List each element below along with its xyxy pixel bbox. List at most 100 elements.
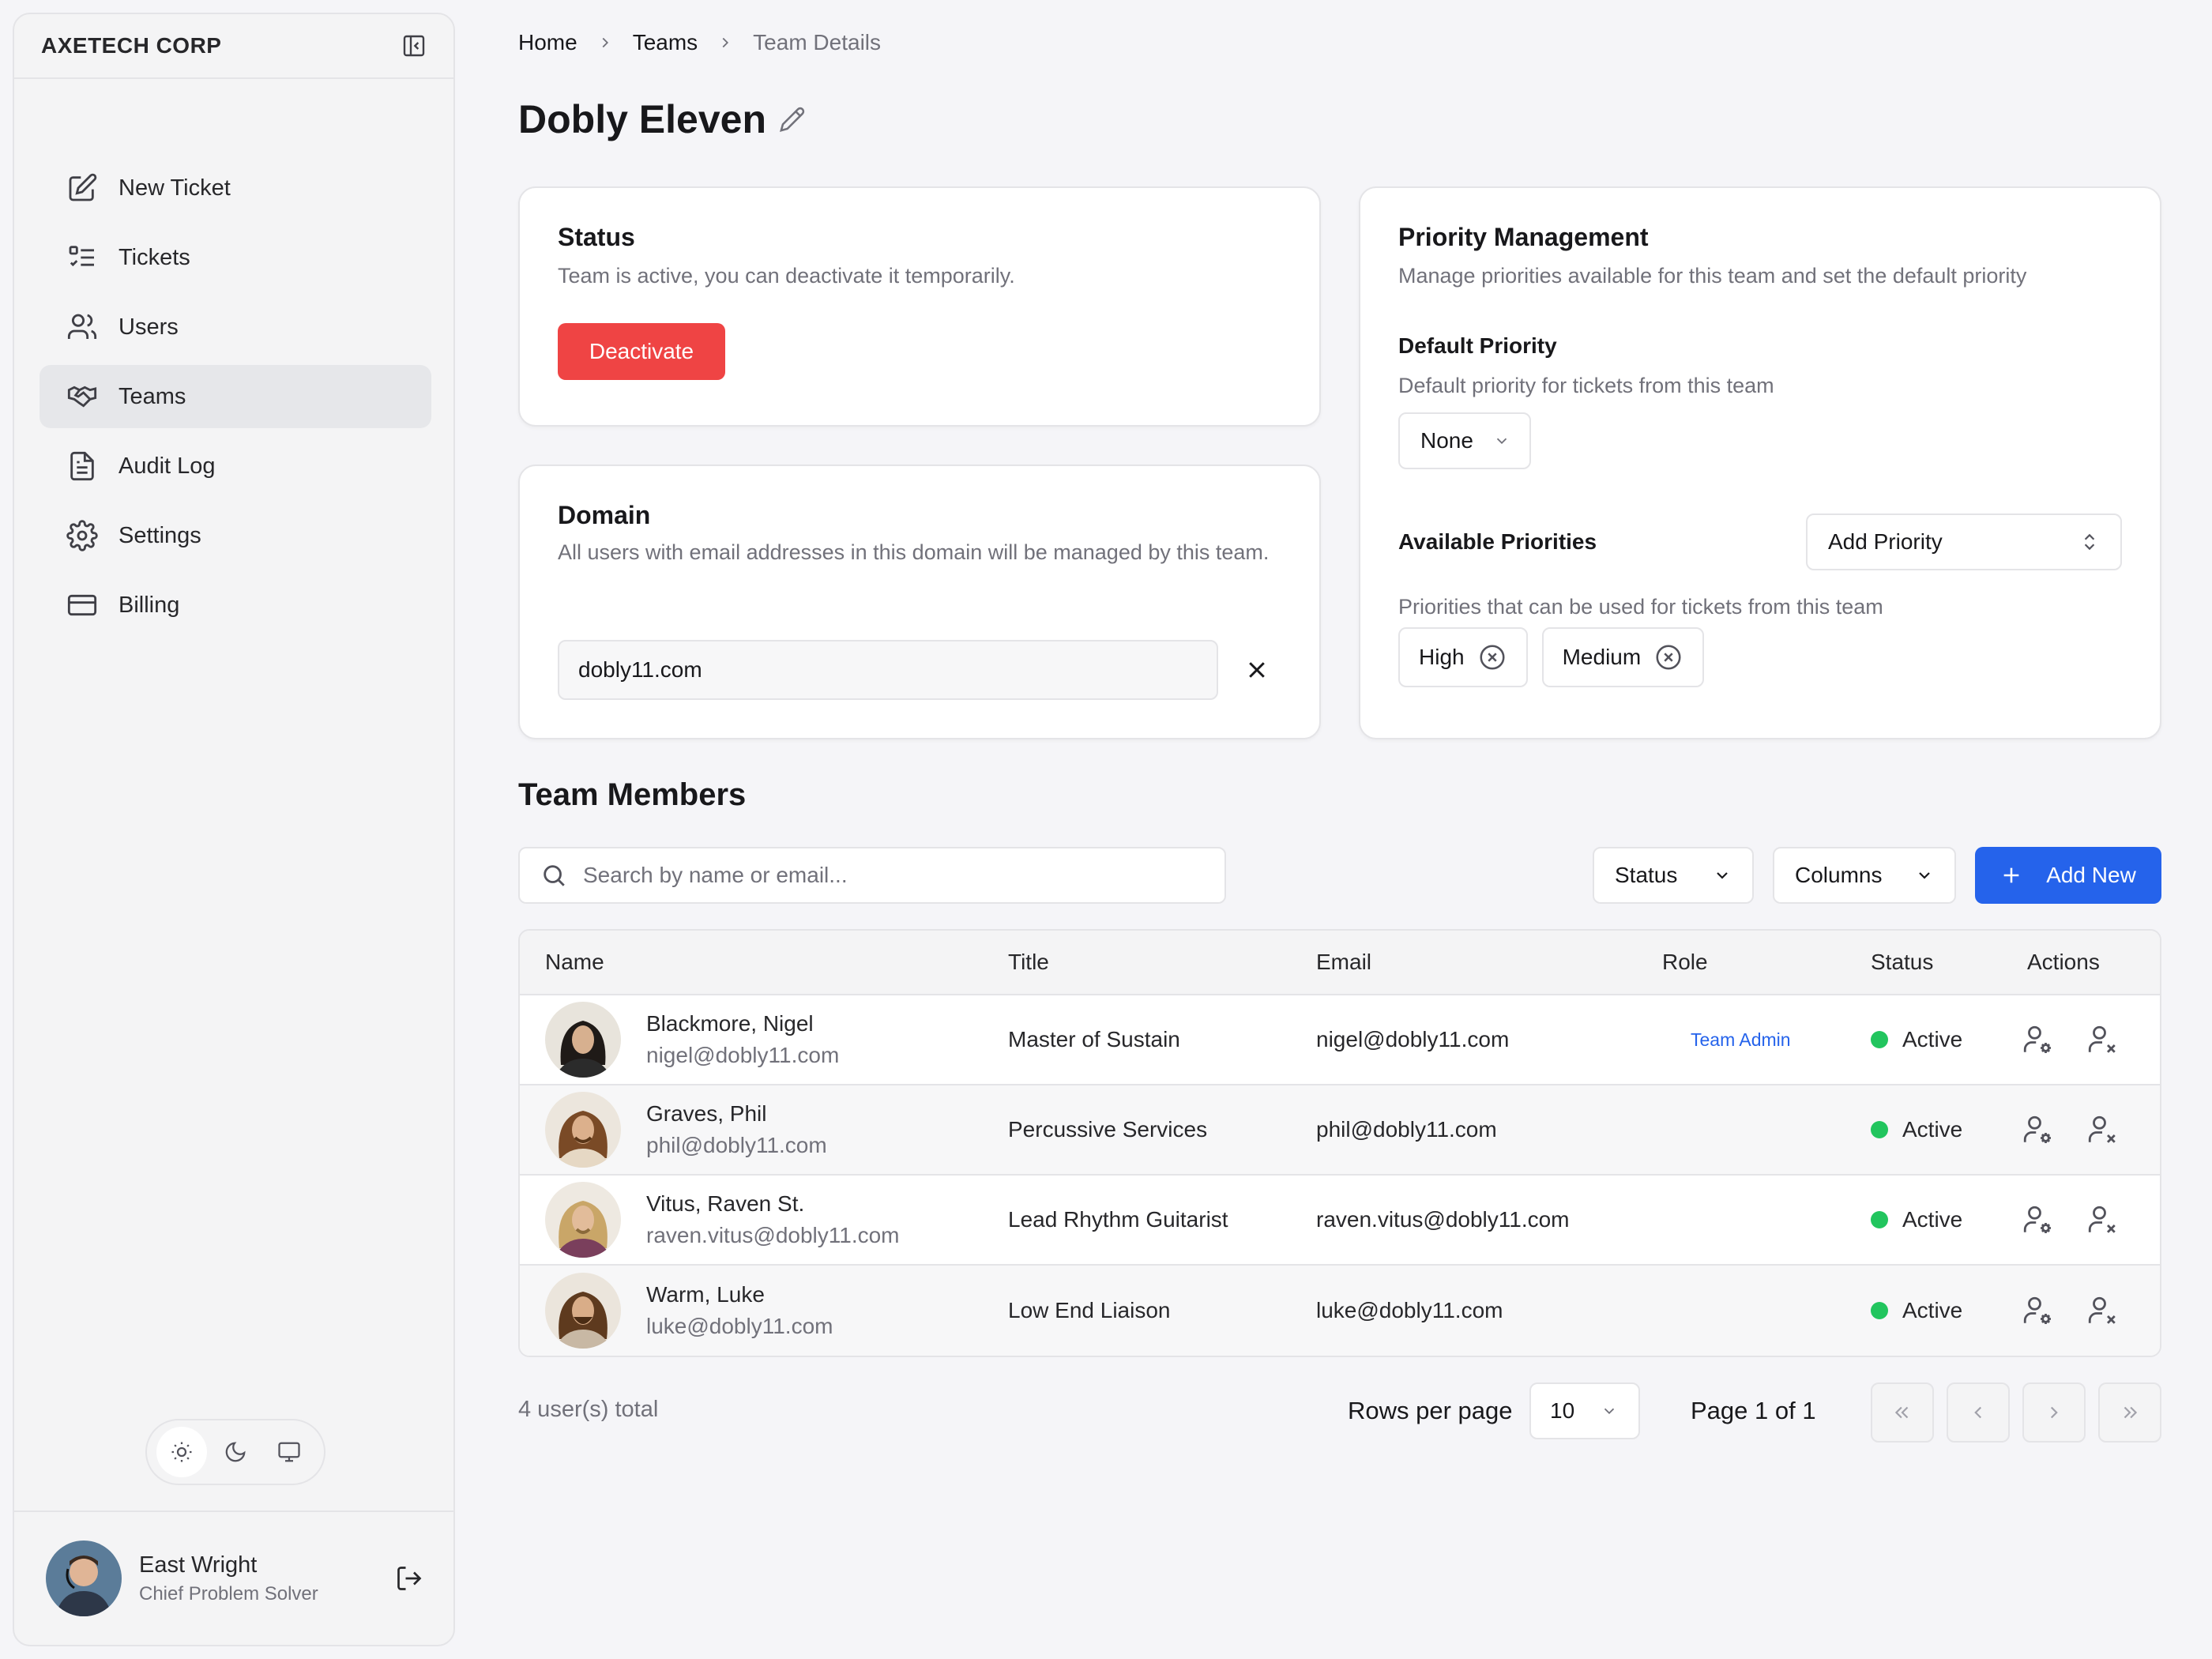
chevrons-up-down-icon: [2084, 533, 2095, 551]
user-settings-icon[interactable]: [2021, 1023, 2054, 1056]
user-settings-icon[interactable]: [2021, 1294, 2054, 1327]
add-new-label: Add New: [2046, 863, 2136, 887]
member-name-cell: Blackmore, Nigel nigel@dobly11.com: [545, 995, 839, 1084]
moon-icon: [225, 1442, 246, 1462]
sidebar-item-label: Billing: [118, 592, 180, 618]
next-page-button[interactable]: [2022, 1382, 2086, 1443]
monitor-icon: [278, 1442, 300, 1462]
sidebar-item-tickets[interactable]: Tickets: [40, 226, 431, 289]
domain-row: dobly11.com: [558, 640, 1269, 700]
domain-field[interactable]: dobly11.com: [558, 640, 1218, 700]
priority-chip-label: Medium: [1562, 645, 1642, 669]
status-badge: Active: [1902, 1298, 1963, 1322]
logout-icon[interactable]: [395, 1564, 423, 1593]
table-row[interactable]: Graves, Phil phil@dobly11.com Percussive…: [520, 1085, 2160, 1176]
sidebar-item-settings[interactable]: Settings: [40, 504, 431, 567]
default-priority-section: Default Priority Default priority for ti…: [1398, 333, 1774, 469]
brand-name: AXETECH CORP: [41, 33, 222, 58]
theme-dark-button[interactable]: [210, 1427, 261, 1477]
priority-chip: Medium: [1541, 627, 1705, 687]
domain-card-description: All users with email addresses in this d…: [558, 540, 1270, 564]
status-filter-button[interactable]: Status: [1593, 847, 1754, 904]
sidebar-item-billing[interactable]: Billing: [40, 574, 431, 637]
chevron-down-icon: [1496, 438, 1507, 445]
pencil-icon[interactable]: [779, 106, 806, 133]
plus-icon: [2003, 867, 2019, 883]
column-header-name[interactable]: Name: [545, 950, 604, 975]
member-status-cell: Active: [1871, 1085, 1962, 1174]
rows-per-page-select[interactable]: 10: [1529, 1382, 1640, 1439]
priority-card-description: Manage priorities available for this tea…: [1398, 264, 2027, 288]
priority-card: Priority Management Manage priorities av…: [1359, 186, 2161, 739]
column-header-email[interactable]: Email: [1316, 950, 1371, 975]
sidebar-item-label: Audit Log: [118, 453, 216, 479]
user-settings-icon[interactable]: [2021, 1113, 2054, 1146]
remove-user-icon[interactable]: [2086, 1294, 2119, 1327]
member-name-cell: Warm, Luke luke@dobly11.com: [545, 1266, 833, 1356]
member-name: Vitus, Raven St.: [646, 1191, 805, 1216]
default-priority-label: Default Priority: [1398, 333, 1557, 358]
member-name-block: Warm, Luke luke@dobly11.com: [646, 1282, 833, 1339]
theme-light-button[interactable]: [156, 1427, 207, 1477]
remove-user-icon[interactable]: [2086, 1203, 2119, 1236]
current-user: East Wright Chief Problem Solver: [14, 1510, 453, 1645]
breadcrumb-home[interactable]: Home: [518, 30, 577, 55]
sidebar-item-audit-log[interactable]: Audit Log: [40, 434, 431, 498]
role-badge[interactable]: Team Admin: [1676, 1025, 1805, 1055]
member-status-cell: Active: [1871, 1266, 1962, 1356]
member-sub-email: nigel@dobly11.com: [646, 1043, 840, 1067]
chevrons-left-icon: [1894, 1406, 1909, 1419]
columns-button[interactable]: Columns: [1773, 847, 1956, 904]
remove-circle-icon[interactable]: [1653, 642, 1683, 672]
role-badge: [1676, 1125, 1705, 1134]
users-icon: [67, 314, 97, 339]
first-page-button[interactable]: [1871, 1382, 1934, 1443]
member-email: phil@dobly11.com: [1316, 1117, 1497, 1142]
breadcrumb-teams[interactable]: Teams: [633, 30, 698, 55]
chevron-left-icon: [1974, 1406, 1982, 1419]
status-card-description: Team is active, you can deactivate it te…: [558, 264, 1015, 288]
role-badge: [1676, 1306, 1705, 1315]
table-row[interactable]: Warm, Luke luke@dobly11.com Low End Liai…: [520, 1266, 2160, 1356]
members-toolbar: Status Columns Add New: [518, 847, 2161, 904]
user-settings-icon[interactable]: [2021, 1203, 2054, 1236]
member-name-block: Blackmore, Nigel nigel@dobly11.com: [646, 1011, 839, 1068]
column-header-title[interactable]: Title: [1008, 950, 1049, 975]
remove-user-icon[interactable]: [2086, 1023, 2119, 1056]
member-status-cell: Active: [1871, 1176, 1962, 1264]
table-row[interactable]: Blackmore, Nigel nigel@dobly11.com Maste…: [520, 995, 2160, 1085]
user-info: East Wright Chief Problem Solver: [139, 1552, 395, 1605]
deactivate-button[interactable]: Deactivate: [558, 323, 725, 380]
column-header-actions: Actions: [2027, 950, 2100, 974]
member-name-block: Graves, Phil phil@dobly11.com: [646, 1101, 827, 1158]
last-page-button[interactable]: [2098, 1382, 2161, 1443]
theme-system-button[interactable]: [264, 1427, 314, 1477]
remove-user-icon[interactable]: [2086, 1113, 2119, 1146]
default-priority-description: Default priority for tickets from this t…: [1398, 374, 1774, 397]
search-input[interactable]: [583, 863, 1199, 888]
chevron-right-icon: [722, 37, 729, 48]
member-role-cell: [1676, 1266, 1705, 1356]
column-header-role[interactable]: Role: [1662, 950, 1708, 975]
remove-circle-icon[interactable]: [1477, 642, 1507, 672]
sidebar-item-new-ticket[interactable]: New Ticket: [40, 156, 431, 220]
sidebar-item-teams[interactable]: Teams: [40, 365, 431, 428]
member-title: Master of Sustain: [1008, 1027, 1180, 1051]
table-row[interactable]: Vitus, Raven St. raven.vitus@dobly11.com…: [520, 1176, 2160, 1266]
add-new-button[interactable]: Add New: [1975, 847, 2161, 904]
sidebar-item-label: Settings: [118, 522, 201, 548]
column-header-status[interactable]: Status: [1871, 950, 1933, 975]
add-priority-select[interactable]: Add Priority: [1806, 514, 2122, 570]
member-name-cell: Graves, Phil phil@dobly11.com: [545, 1085, 827, 1174]
available-priorities-row: Available Priorities Add Priority: [1398, 514, 2122, 570]
priority-chips: High Medium: [1398, 627, 1705, 687]
member-title: Percussive Services: [1008, 1117, 1208, 1142]
member-name-block: Vitus, Raven St. raven.vitus@dobly11.com: [646, 1191, 900, 1248]
credit-card-icon: [67, 594, 97, 616]
sidebar-item-users[interactable]: Users: [40, 295, 431, 359]
member-title: Lead Rhythm Guitarist: [1008, 1207, 1228, 1232]
close-icon[interactable]: [1245, 658, 1269, 682]
collapse-sidebar-icon[interactable]: [401, 33, 427, 58]
default-priority-select[interactable]: None: [1398, 412, 1531, 469]
previous-page-button[interactable]: [1947, 1382, 2010, 1443]
